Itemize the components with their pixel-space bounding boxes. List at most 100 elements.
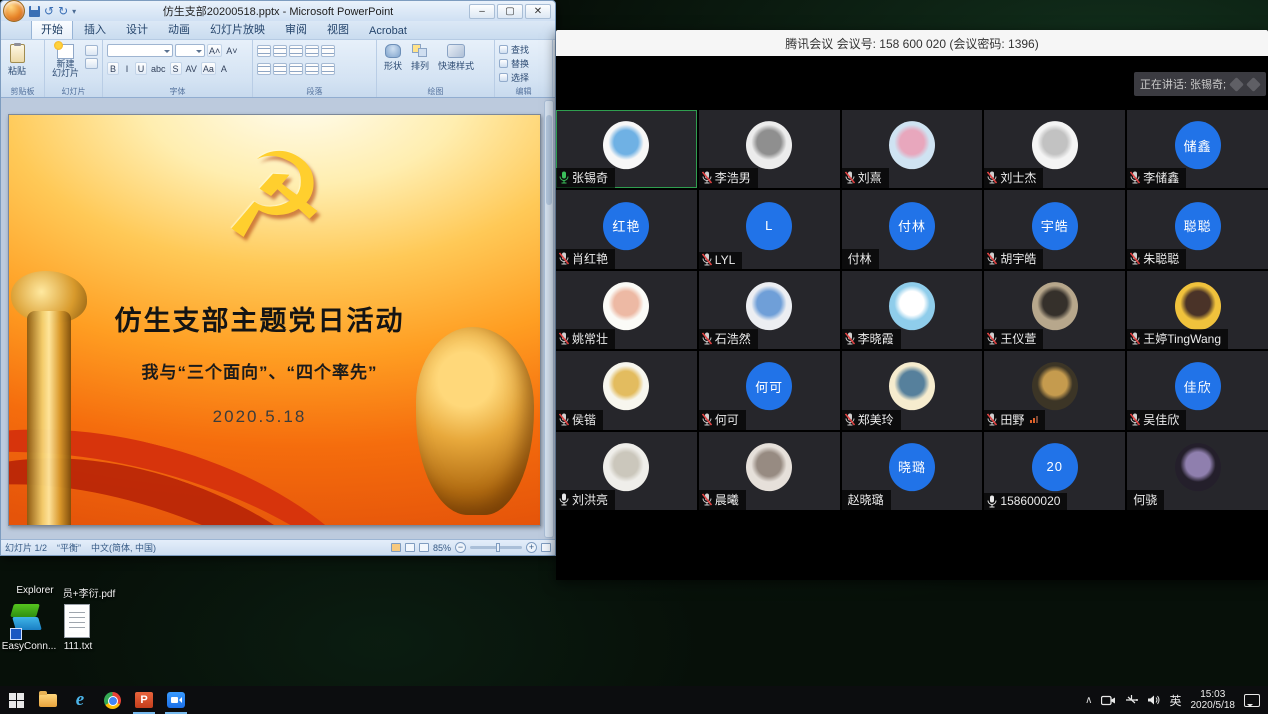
easyconnect-icon[interactable]	[10, 604, 44, 640]
align-center-icon[interactable]	[273, 63, 287, 75]
font-format-button[interactable]: B	[107, 62, 119, 75]
participant-tile[interactable]: L LYL	[699, 190, 840, 268]
ime-indicator[interactable]: 英	[1169, 692, 1181, 709]
participant-tile[interactable]: 晓璐 赵晓璐	[842, 432, 983, 510]
participant-tile[interactable]: 何骁	[1127, 432, 1268, 510]
participant-tile[interactable]: 田野	[984, 351, 1125, 429]
align-right-icon[interactable]	[289, 63, 303, 75]
shortcut-label-easyconnect[interactable]: EasyConn...	[0, 641, 58, 652]
powerpoint-taskbar-button[interactable]: P	[128, 686, 160, 714]
participant-tile[interactable]: 李晓霞	[842, 271, 983, 349]
chrome-button[interactable]	[96, 686, 128, 714]
participant-tile[interactable]: 王婷TingWang	[1127, 271, 1268, 349]
participant-tile[interactable]: 王仪萱	[984, 271, 1125, 349]
layout-icon[interactable]	[85, 45, 98, 56]
align-left-icon[interactable]	[257, 63, 271, 75]
quick-styles-button[interactable]: 快速样式	[435, 43, 477, 86]
ribbon-tab[interactable]: 设计	[117, 19, 157, 39]
grow-font-button[interactable]: A˄	[207, 44, 222, 57]
undo-icon[interactable]: ↺	[44, 6, 54, 16]
participant-tile[interactable]: 姚常壮	[556, 271, 697, 349]
participant-tile[interactable]: 侯锴	[556, 351, 697, 429]
vertical-scrollbar[interactable]	[544, 100, 554, 538]
ribbon-tab[interactable]: 审阅	[276, 19, 316, 39]
font-format-button[interactable]: S	[170, 62, 182, 75]
fit-to-window-icon[interactable]	[541, 543, 551, 552]
participant-tile[interactable]: 石浩然	[699, 271, 840, 349]
save-icon[interactable]	[29, 6, 40, 17]
participant-tile[interactable]: 宇皓 胡宇皓	[984, 190, 1125, 268]
participant-tile[interactable]: 佳欣 吴佳欣	[1127, 351, 1268, 429]
participant-tile[interactable]: 何可 何可	[699, 351, 840, 429]
bullets-icon[interactable]	[257, 45, 271, 57]
replace-button[interactable]: 替换	[499, 57, 548, 70]
participant-tile[interactable]: 刘洪亮	[556, 432, 697, 510]
indent-decrease-icon[interactable]	[289, 45, 303, 57]
meeting-titlebar[interactable]: 腾讯会议 会议号: 158 600 020 (会议密码: 1396)	[556, 30, 1268, 56]
participant-tile[interactable]: 郑美玲	[842, 351, 983, 429]
slideshow-view-icon[interactable]	[419, 543, 429, 552]
find-button[interactable]: 查找	[499, 43, 548, 56]
arrange-button[interactable]: 排列	[408, 43, 432, 86]
maximize-button[interactable]: ▢	[497, 4, 523, 19]
columns-icon[interactable]	[321, 63, 335, 75]
shapes-button[interactable]: 形状	[381, 43, 405, 86]
participant-tile[interactable]: 刘士杰	[984, 110, 1125, 188]
ribbon-tab[interactable]: 幻灯片放映	[201, 19, 274, 39]
participant-tile[interactable]: 储鑫 李储鑫	[1127, 110, 1268, 188]
meeting-taskbar-button[interactable]	[160, 686, 192, 714]
participant-tile[interactable]: 聪聪 朱聪聪	[1127, 190, 1268, 268]
ribbon-tab[interactable]: 动画	[159, 19, 199, 39]
numbering-icon[interactable]	[273, 45, 287, 57]
usb-tray-icon[interactable]	[1125, 694, 1138, 706]
font-format-button[interactable]: abc	[149, 62, 168, 75]
zoom-slider[interactable]	[470, 546, 522, 549]
camera-tray-icon[interactable]	[1101, 695, 1116, 706]
participant-tile[interactable]: 付林 付林	[842, 190, 983, 268]
tray-expand-icon[interactable]: ∧	[1085, 695, 1092, 706]
justify-icon[interactable]	[305, 63, 319, 75]
participant-tile[interactable]: 晨曦	[699, 432, 840, 510]
language-indicator[interactable]: 中文(简体, 中国)	[91, 541, 156, 554]
font-format-button[interactable]: AV	[184, 62, 199, 75]
participant-tile[interactable]: 20 158600020	[984, 432, 1125, 510]
new-slide-button[interactable]: 新建幻灯片	[49, 43, 82, 86]
file-explorer-button[interactable]	[32, 686, 64, 714]
zoom-in-button[interactable]: +	[526, 542, 537, 553]
font-format-button[interactable]: I	[121, 62, 133, 75]
participant-tile[interactable]: 李浩男	[699, 110, 840, 188]
ppt-titlebar[interactable]: ↺ ↻ ▾ 仿生支部20200518.pptx - Microsoft Powe…	[1, 1, 555, 21]
action-center-icon[interactable]	[1244, 694, 1260, 707]
indent-increase-icon[interactable]	[305, 45, 319, 57]
qat-dropdown-icon[interactable]: ▾	[72, 7, 76, 16]
reset-icon[interactable]	[85, 58, 98, 69]
start-button[interactable]	[0, 686, 32, 714]
font-format-button[interactable]: Aa	[201, 62, 216, 75]
shortcut-label-txt[interactable]: 111.txt	[58, 641, 98, 652]
font-format-button[interactable]: U	[135, 62, 147, 75]
line-spacing-icon[interactable]	[321, 45, 335, 57]
slide-canvas[interactable]: ☭ 仿生支部主题党日活动 我与“三个面向”、“四个率先” 2020.5.18	[8, 114, 541, 526]
zoom-out-button[interactable]: −	[455, 542, 466, 553]
paste-button[interactable]: 粘贴	[5, 43, 29, 86]
shrink-font-button[interactable]: A˅	[224, 44, 239, 57]
participant-tile[interactable]: 刘熹	[842, 110, 983, 188]
ribbon-tab[interactable]: 视图	[318, 19, 358, 39]
ribbon-tab[interactable]: 插入	[75, 19, 115, 39]
ribbon-tab[interactable]: Acrobat	[360, 23, 416, 39]
tray-clock[interactable]: 15:03 2020/5/18	[1191, 689, 1236, 711]
participant-tile[interactable]: 红艳 肖红艳	[556, 190, 697, 268]
font-size-select[interactable]	[175, 44, 205, 57]
slide-sorter-icon[interactable]	[405, 543, 415, 552]
shortcut-label-pdf[interactable]: 员+李衍.pdf	[56, 585, 122, 600]
minimize-button[interactable]: –	[469, 4, 495, 19]
office-orb-button[interactable]	[3, 0, 25, 22]
normal-view-icon[interactable]	[391, 543, 401, 552]
internet-explorer-button[interactable]: e	[64, 686, 96, 714]
ribbon-tab[interactable]: 开始	[31, 18, 73, 39]
font-format-button[interactable]: A	[218, 62, 230, 75]
select-button[interactable]: 选择	[499, 71, 548, 84]
font-name-select[interactable]	[107, 44, 173, 57]
participant-tile[interactable]: 张锡奇	[556, 110, 697, 188]
redo-icon[interactable]: ↻	[58, 6, 68, 16]
